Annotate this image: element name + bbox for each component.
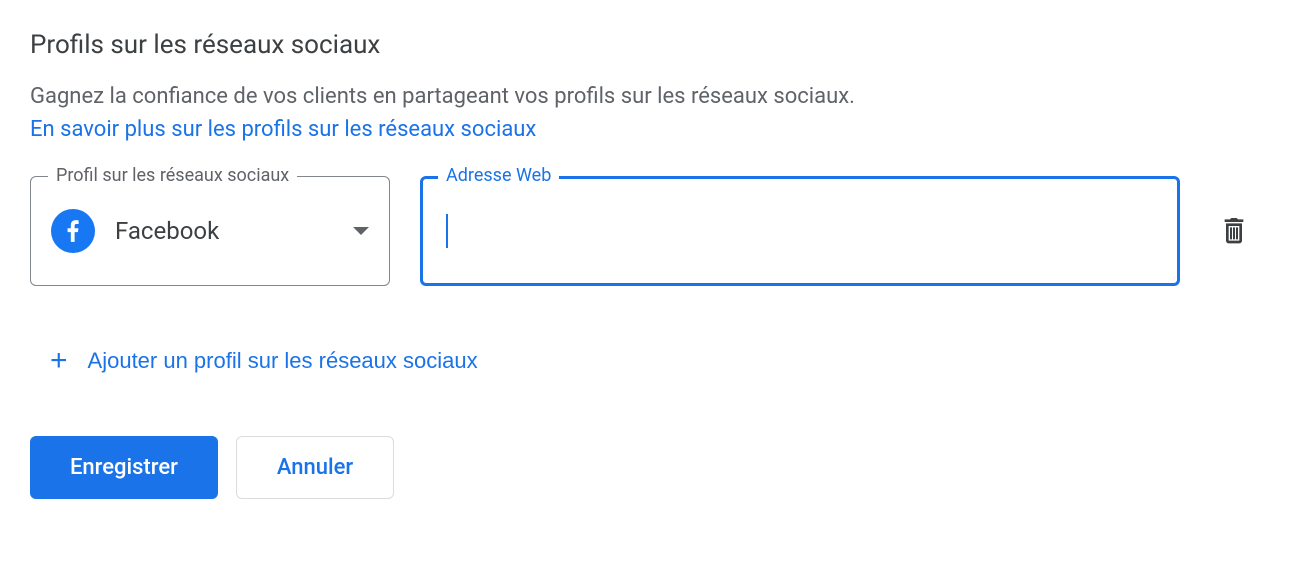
add-profile-button[interactable]: + Ajouter un profil sur les réseaux soci… [30,336,498,386]
text-cursor [446,214,448,248]
social-select-label: Profil sur les réseaux sociaux [48,165,297,186]
trash-icon [1218,214,1250,246]
page-title: Profils sur les réseaux sociaux [30,30,1286,60]
learn-more-link[interactable]: En savoir plus sur les profils sur les r… [30,117,536,142]
plus-icon: + [50,346,68,376]
url-input-label: Adresse Web [438,165,559,186]
cancel-button[interactable]: Annuler [236,436,394,499]
facebook-icon [51,209,95,253]
web-address-input[interactable] [420,176,1180,286]
delete-profile-button[interactable] [1210,206,1258,257]
social-select-wrapper: Profil sur les réseaux sociaux Facebook [30,176,390,286]
description-block: Gagnez la confiance de vos clients en pa… [30,80,1286,146]
select-content: Facebook [51,209,219,253]
add-profile-label: Ajouter un profil sur les réseaux sociau… [88,348,478,374]
select-value-text: Facebook [115,217,219,245]
description-text: Gagnez la confiance de vos clients en pa… [30,80,1286,113]
profile-form-row: Profil sur les réseaux sociaux Facebook … [30,176,1286,286]
chevron-down-icon [353,227,369,235]
save-button[interactable]: Enregistrer [30,436,218,499]
action-button-row: Enregistrer Annuler [30,436,1286,499]
url-input-wrapper: Adresse Web [420,176,1180,286]
social-network-select[interactable]: Facebook [30,176,390,286]
